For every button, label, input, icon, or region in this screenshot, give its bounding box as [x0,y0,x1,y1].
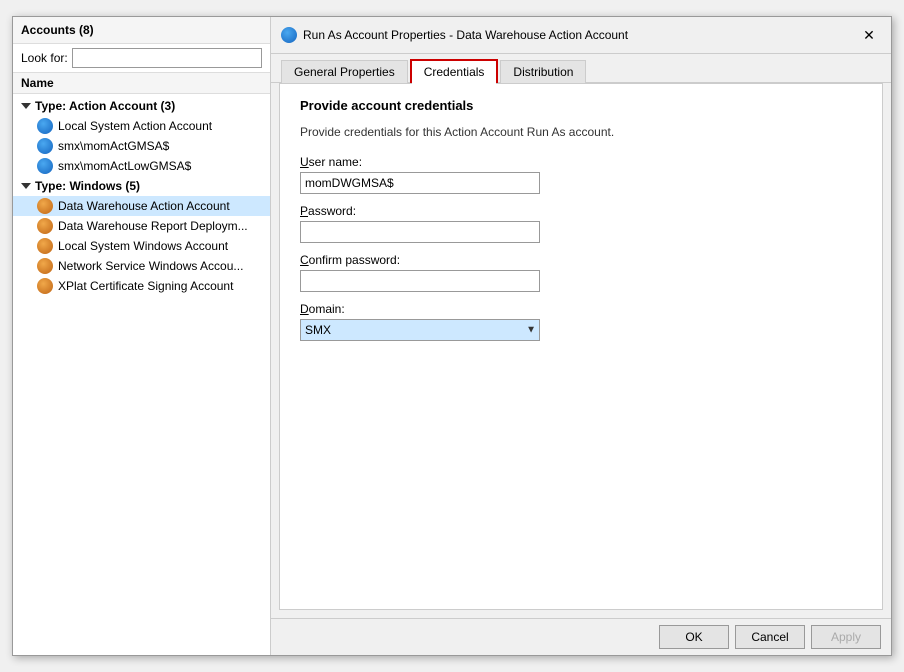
user-globe-icon [37,198,53,214]
user-globe-icon [37,258,53,274]
user-globe-icon [37,218,53,234]
cancel-button[interactable]: Cancel [735,625,805,649]
list-content: Type: Action Account (3) Local System Ac… [13,94,270,655]
list-item[interactable]: smx\momActLowGMSA$ [13,156,270,176]
expand-icon [21,183,31,189]
password-field-group: Password: [300,204,862,243]
username-input[interactable] [300,172,540,194]
look-for-input[interactable] [72,48,262,68]
tab-credentials[interactable]: Credentials [410,59,499,83]
main-container: Accounts (8) Look for: Name Type: Action… [12,16,892,656]
list-item-data-warehouse-action[interactable]: Data Warehouse Action Account [13,196,270,216]
tabs-bar: General Properties Credentials Distribut… [271,54,891,83]
confirm-password-input[interactable] [300,270,540,292]
expand-icon [21,103,31,109]
domain-select[interactable]: SMX [300,319,540,341]
dialog-titlebar: Run As Account Properties - Data Warehou… [271,17,891,54]
list-item-xplat-cert[interactable]: XPlat Certificate Signing Account [13,276,270,296]
content-heading: Provide account credentials [300,98,862,113]
confirm-password-field-group: Confirm password: [300,253,862,292]
username-field-group: User name: [300,155,862,194]
globe-icon [37,158,53,174]
globe-icon [37,138,53,154]
list-item[interactable]: Local System Action Account [13,116,270,136]
domain-label: Domain: [300,302,862,316]
globe-icon [37,118,53,134]
type-action-header: Type: Action Account (3) [13,96,270,116]
dialog-title: Run As Account Properties - Data Warehou… [303,28,628,42]
password-input[interactable] [300,221,540,243]
apply-button[interactable]: Apply [811,625,881,649]
user-globe-icon [37,278,53,294]
look-for-label: Look for: [21,51,68,65]
ok-button[interactable]: OK [659,625,729,649]
tab-distribution[interactable]: Distribution [500,60,586,83]
list-item[interactable]: smx\momActGMSA$ [13,136,270,156]
tab-general-properties[interactable]: General Properties [281,60,408,83]
content-description: Provide credentials for this Action Acco… [300,125,862,139]
password-label: Password: [300,204,862,218]
domain-select-wrapper: SMX ▼ [300,319,540,341]
dialog-icon [281,27,297,43]
domain-field-group: Domain: SMX ▼ [300,302,862,341]
list-item-local-system-windows[interactable]: Local System Windows Account [13,236,270,256]
type-windows-header: Type: Windows (5) [13,176,270,196]
username-label: User name: [300,155,862,169]
left-panel: Accounts (8) Look for: Name Type: Action… [13,17,271,655]
list-item-data-warehouse-report[interactable]: Data Warehouse Report Deploym... [13,216,270,236]
confirm-password-label: Confirm password: [300,253,862,267]
user-globe-icon [37,238,53,254]
list-column-header: Name [13,73,270,94]
list-item-network-service[interactable]: Network Service Windows Accou... [13,256,270,276]
dialog: Run As Account Properties - Data Warehou… [271,17,891,655]
dialog-footer: OK Cancel Apply [271,618,891,655]
look-for-row: Look for: [13,44,270,73]
accounts-header: Accounts (8) [13,17,270,44]
dialog-content: Provide account credentials Provide cred… [279,83,883,610]
close-button[interactable]: ✕ [857,23,881,47]
